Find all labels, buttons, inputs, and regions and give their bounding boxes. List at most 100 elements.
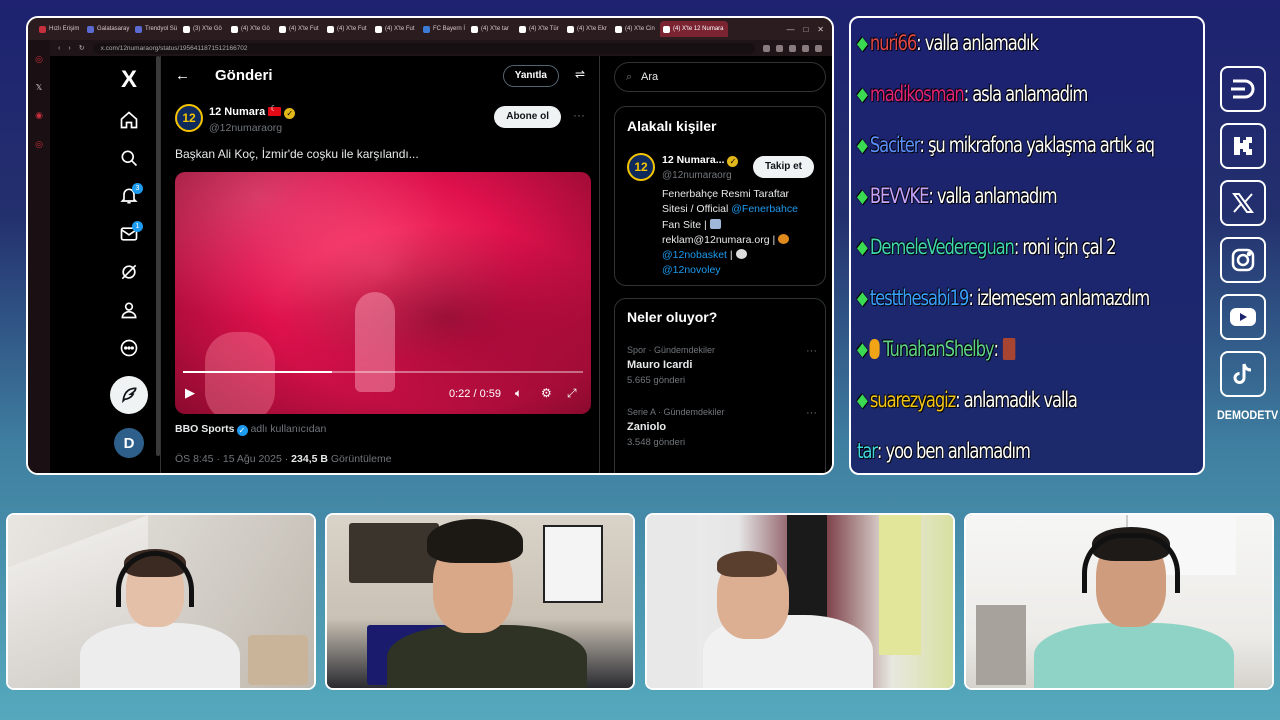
browser-tab[interactable]: (4) X'te Ekr: [564, 21, 611, 37]
account-avatar[interactable]: D: [114, 428, 144, 458]
toolbar-icon[interactable]: [763, 44, 770, 52]
subscribe-button[interactable]: Abone ol: [494, 106, 561, 128]
chat-message: ◆ DemeleVedereguan : roni için çal 2: [857, 227, 1117, 267]
compose-post-button[interactable]: [110, 376, 148, 414]
toolbar-icon[interactable]: [802, 44, 809, 52]
reply-button[interactable]: Yanıtla: [502, 65, 559, 87]
toolbar-icon[interactable]: [789, 44, 796, 52]
gem-badge-icon: ◆: [857, 83, 868, 105]
kick-icon: [1220, 123, 1266, 169]
x-page: X 3 1 D ← Gönderi Yanıtla ⇌ 12 12 Numara…: [50, 56, 832, 473]
bio-link[interactable]: @Fenerbahce: [731, 203, 798, 215]
author-handle[interactable]: @12numaraorg: [209, 122, 282, 134]
bio-link[interactable]: @12novoley: [662, 264, 721, 276]
webcam-feed-1: [6, 513, 316, 690]
trend-count: 5.665 gönderi: [627, 375, 686, 386]
chat-username: Saciter: [869, 133, 921, 157]
video-figure: [355, 292, 395, 392]
toolbar-icon[interactable]: [815, 44, 822, 52]
browser-tab[interactable]: (4) X'te Fut: [324, 21, 371, 37]
profile-icon[interactable]: [115, 296, 143, 324]
browser-tab[interactable]: Galatasaray: [84, 21, 131, 37]
trend-context: Spor · Gündemdekiler: [627, 345, 716, 355]
grok-icon[interactable]: [115, 258, 143, 286]
fullscreen-icon[interactable]: ⤢: [567, 386, 577, 401]
browser-tab[interactable]: (4) X'te Tür: [516, 21, 563, 37]
video-player[interactable]: ▶ 0:22 / 0:59 🔈︎ ⚙︎ ⤢: [175, 172, 591, 414]
url-field[interactable]: x.com/12numaraorg/status/195641187151216…: [92, 42, 755, 54]
tab-label: (4) X'te Fut: [337, 26, 367, 32]
video-progress-bar[interactable]: [183, 371, 583, 373]
browser-tab[interactable]: Hızlı Erişim: [36, 21, 83, 37]
explore-search-icon[interactable]: [115, 144, 143, 172]
opera-logo-icon[interactable]: ◎: [35, 54, 43, 65]
moai-emoji-icon: [1002, 338, 1016, 360]
minimize-icon[interactable]: —: [786, 25, 794, 34]
back-arrow-icon[interactable]: ←: [175, 67, 195, 84]
tab-favicon-icon: [423, 25, 430, 33]
filter-sliders-icon[interactable]: ⇌: [575, 67, 585, 81]
bio-link[interactable]: @12nobasket: [662, 249, 727, 261]
tab-label: (4) X'te Ekr: [577, 26, 607, 32]
tab-label: (4) X'te Gö: [241, 26, 270, 32]
play-icon[interactable]: ▶: [185, 385, 195, 401]
maximize-icon[interactable]: □: [803, 25, 808, 34]
browser-tab[interactable]: (4) X'te Gö: [228, 21, 275, 37]
home-icon[interactable]: [115, 106, 143, 134]
channel-name: DEMODETV: [1217, 408, 1279, 422]
close-icon[interactable]: ✕: [817, 25, 824, 34]
related-handle[interactable]: @12numaraorg: [662, 170, 732, 181]
gem-badge-icon: ◆: [857, 287, 868, 309]
reload-icon[interactable]: ↻: [79, 44, 85, 52]
browser-tab[interactable]: (4) X'te Cin: [612, 21, 659, 37]
follow-button[interactable]: Takip et: [752, 156, 814, 178]
verified-gold-icon: ✓: [284, 108, 296, 119]
opera-sidebar-icon-2[interactable]: ◎: [35, 139, 43, 150]
browser-tab[interactable]: FC Bayern İ: [420, 21, 467, 37]
settings-gear-icon[interactable]: ⚙︎: [541, 386, 552, 400]
x-sidebar-icon[interactable]: 𝕏: [36, 83, 42, 92]
browser-tab[interactable]: (4) X'te Fut: [276, 21, 323, 37]
tab-favicon-icon: [183, 25, 190, 33]
trend-item[interactable]: Spor · Gündemdekiler Mauro Icardi 5.665 …: [627, 345, 817, 395]
forward-nav-icon[interactable]: ›: [68, 45, 70, 52]
back-nav-icon[interactable]: ‹: [58, 45, 60, 52]
chat-text: : yoo ben anlamadım: [876, 439, 1031, 463]
tab-active[interactable]: (4) X'te 12 Numara: [660, 21, 728, 37]
trend-item[interactable]: Serie A · Gündemdekiler Zaniolo 3.548 gö…: [627, 407, 817, 457]
search-input[interactable]: Ara: [614, 62, 826, 92]
x-logo[interactable]: X: [121, 66, 137, 96]
related-name-text[interactable]: 12 Numara...: [662, 154, 724, 166]
more-options-icon[interactable]: [115, 334, 143, 362]
browser-tab[interactable]: (4) X'te Fut: [372, 21, 419, 37]
messages-envelope-icon[interactable]: 1: [115, 220, 143, 248]
post-more-icon[interactable]: ···: [573, 108, 585, 122]
author-row: 12 12 Numara ✓ @12numaraorg Abone ol ···: [175, 104, 587, 138]
gem-badge-icon: ◆: [857, 185, 868, 207]
opera-sidebar-icon[interactable]: ◉: [35, 110, 43, 121]
trend-more-icon[interactable]: ···: [806, 345, 817, 357]
browser-tab[interactable]: (4) X'te tar: [468, 21, 515, 37]
tab-favicon-icon: [375, 25, 382, 33]
browser-tab[interactable]: Trendyol Sü: [132, 21, 179, 37]
attribution-user[interactable]: BBO Sports: [175, 423, 235, 435]
notifications-bell-icon[interactable]: 3: [115, 182, 143, 210]
related-avatar[interactable]: 12: [627, 153, 655, 181]
webcam-feed-2: [325, 513, 635, 690]
chat-text: :: [993, 337, 999, 361]
toolbar-icon[interactable]: [776, 44, 783, 52]
video-attribution: BBO Sports ✓ adlı kullanıcıdan: [175, 423, 326, 436]
author-name[interactable]: 12 Numara ✓: [209, 104, 296, 119]
chat-message: ◆ suarezyagiz : anlamadık valla: [857, 380, 1078, 420]
volume-icon[interactable]: 🔈︎: [515, 386, 522, 401]
author-name-text[interactable]: 12 Numara: [209, 106, 265, 118]
page-title: Gönderi: [215, 66, 273, 84]
volleyball-emoji-icon: [735, 249, 747, 260]
tab-strip: Hızlı Erişim Galatasaray Trendyol Sü (3) X'…: [28, 18, 832, 40]
trend-more-icon[interactable]: ···: [806, 407, 817, 419]
browser-tab[interactable]: (3) X'te Gö: [180, 21, 227, 37]
related-name[interactable]: 12 Numara... ✓: [662, 154, 739, 167]
post-timestamp[interactable]: ÖS 8:45 · 15 Ağu 2025 ·: [175, 453, 291, 465]
author-avatar[interactable]: 12: [175, 104, 203, 132]
chat-username: TunahanShelby: [883, 337, 995, 361]
